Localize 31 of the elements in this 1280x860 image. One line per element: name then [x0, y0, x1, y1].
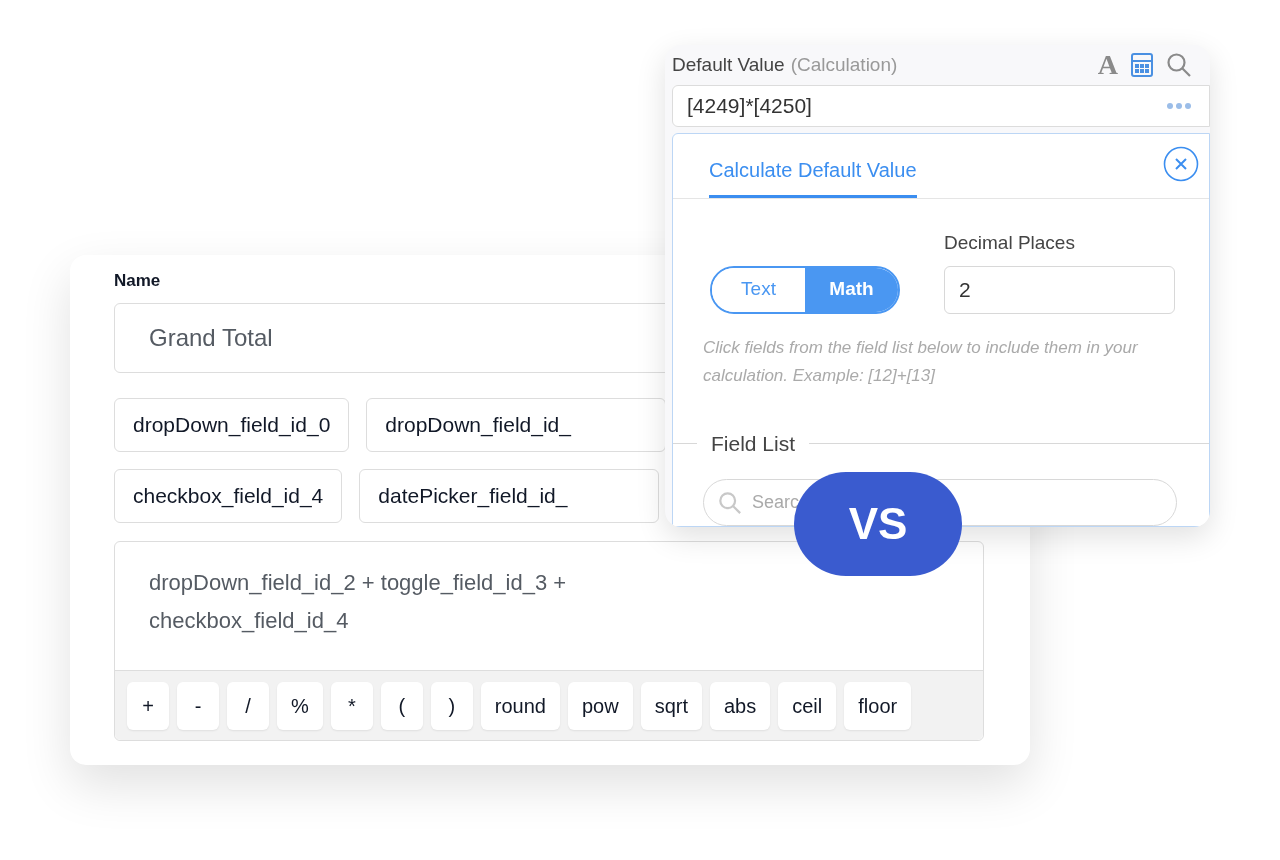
- search-placeholder: Searc: [752, 491, 800, 514]
- operator-button[interactable]: (: [380, 681, 423, 730]
- name-label: Name: [114, 271, 161, 291]
- operator-button[interactable]: round: [480, 681, 560, 730]
- label-note: (Calculation): [790, 52, 898, 77]
- operator-button[interactable]: +: [127, 681, 169, 730]
- operator-button[interactable]: sqrt: [640, 681, 702, 730]
- operator-button[interactable]: *: [330, 681, 373, 730]
- formula-text[interactable]: dropDown_field_id_2 + toggle_field_id_3 + checkbox_field_id_4: [149, 564, 709, 640]
- field-chip[interactable]: datePicker_field_id_: [359, 469, 660, 523]
- operator-button[interactable]: %: [277, 681, 323, 730]
- search-icon[interactable]: [1166, 52, 1192, 78]
- field-label: Default Value: [672, 52, 785, 77]
- operator-button[interactable]: ): [430, 681, 473, 730]
- calculator-icon[interactable]: [1130, 52, 1154, 78]
- operator-button[interactable]: pow: [567, 681, 633, 730]
- operator-button[interactable]: abs: [710, 681, 771, 730]
- operator-button[interactable]: /: [227, 681, 269, 730]
- search-icon: [718, 490, 742, 515]
- operator-button[interactable]: ceil: [778, 681, 837, 730]
- field-list-title: Field List: [710, 430, 797, 457]
- operator-button[interactable]: -: [177, 681, 219, 730]
- formula-field[interactable]: [4249]*[4250]: [672, 85, 1210, 127]
- more-icon[interactable]: [1167, 103, 1191, 109]
- close-icon[interactable]: [1163, 146, 1199, 182]
- formula-value: [4249]*[4250]: [687, 93, 812, 120]
- decimal-places-field[interactable]: 2: [944, 265, 1175, 314]
- decimal-places-label: Decimal Places: [944, 231, 1076, 255]
- operator-button[interactable]: floor: [844, 681, 912, 730]
- field-chip[interactable]: dropDown_field_id_0: [114, 398, 350, 452]
- field-chip[interactable]: checkbox_field_id_4: [114, 469, 343, 523]
